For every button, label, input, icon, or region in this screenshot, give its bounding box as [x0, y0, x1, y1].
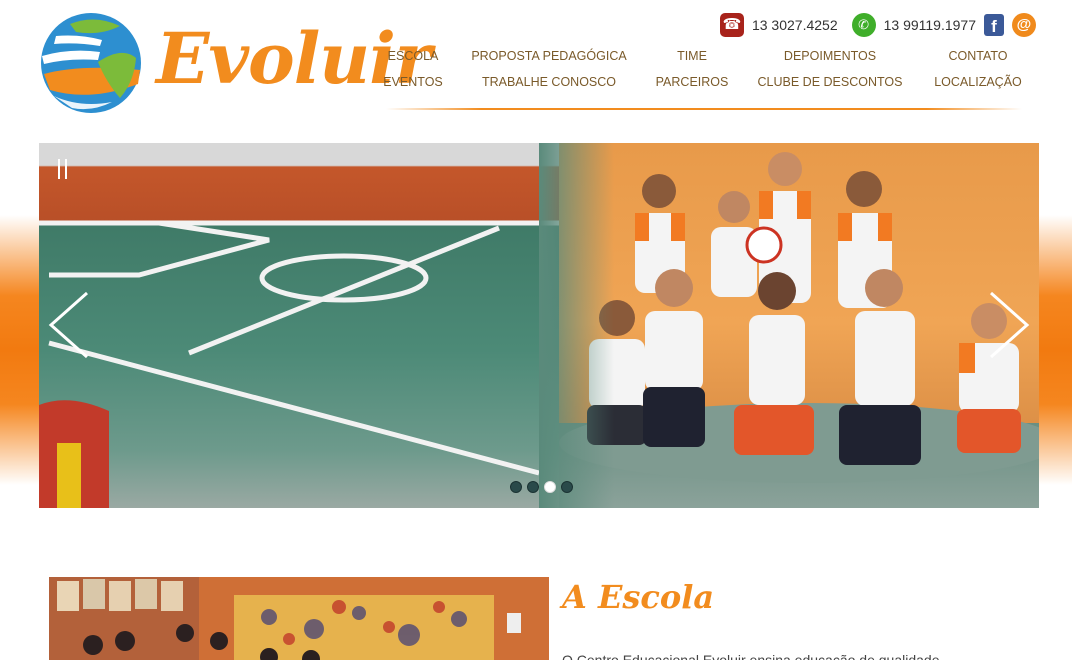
slider-next-arrow-icon[interactable] [985, 291, 1031, 359]
email-icon[interactable]: @ [1012, 13, 1036, 37]
nav-localizacao[interactable]: LOCALIZAÇÃO [934, 75, 1022, 89]
slider-dot-3[interactable] [544, 481, 556, 493]
slider-dot-4[interactable] [561, 481, 573, 493]
slider-pagination [510, 481, 573, 493]
whatsapp-icon: ✆ [851, 13, 876, 37]
nav-depoimentos[interactable]: DEPOIMENTOS [784, 49, 876, 63]
facebook-icon[interactable]: f [984, 14, 1004, 36]
slider-dot-1[interactable] [510, 481, 522, 493]
nav-clube-de-descontos[interactable]: CLUBE DE DESCONTOS [758, 75, 903, 89]
section-title: A Escola [562, 578, 715, 616]
globe-logo-icon [41, 13, 141, 113]
slide-image [39, 143, 1039, 508]
nav-escola[interactable]: ESCOLA [388, 49, 439, 63]
nav-proposta-pedagogica[interactable]: PROPOSTA PEDAGÓGICA [471, 49, 626, 63]
pause-icon[interactable] [57, 159, 71, 179]
nav-underline [386, 108, 1022, 110]
contact-bar: ☎ 13 3027.4252 ✆ 13 99119.1977 f @ [719, 12, 1036, 38]
image-slider[interactable] [39, 143, 1039, 508]
main-nav: ESCOLA PROPOSTA PEDAGÓGICA TIME DEPOIMEN… [380, 46, 1028, 102]
left-glow-decoration [0, 215, 40, 485]
slider-dot-2[interactable] [527, 481, 539, 493]
nav-trabalhe-conosco[interactable]: TRABALHE CONOSCO [482, 75, 616, 89]
logo[interactable]: Evoluir [40, 12, 432, 114]
section-intro-text: O Centro Educacional Evoluir ensina educ… [562, 652, 940, 660]
nav-contato[interactable]: CONTATO [948, 49, 1007, 63]
phone-number[interactable]: 13 3027.4252 [752, 17, 838, 33]
children-group-photo [539, 143, 1039, 508]
nav-parceiros[interactable]: PARCEIROS [656, 75, 729, 89]
school-photo [49, 577, 549, 660]
nav-eventos[interactable]: EVENTOS [383, 75, 443, 89]
phone-icon: ☎ [719, 13, 744, 37]
nav-time[interactable]: TIME [677, 49, 707, 63]
whatsapp-number[interactable]: 13 99119.1977 [884, 17, 976, 33]
slider-prev-arrow-icon[interactable] [47, 291, 93, 359]
